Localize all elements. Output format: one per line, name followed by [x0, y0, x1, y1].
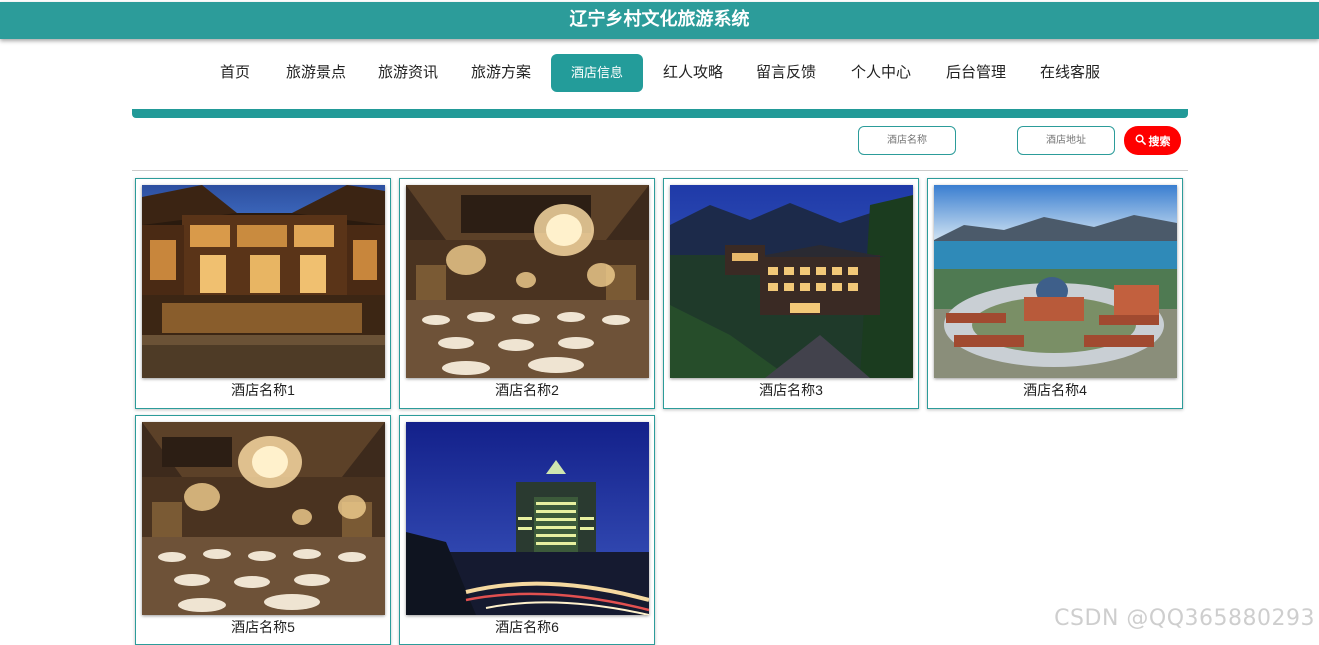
app-title: 辽宁乡村文化旅游系统 [569, 9, 750, 30]
hotel-name: 酒店名称6 [495, 619, 559, 635]
hotel-image-banquet-hall[interactable] [142, 422, 385, 615]
nav-item-profile[interactable]: 个人中心 [845, 54, 917, 92]
hotel-image-banquet-hall[interactable] [406, 185, 649, 378]
hotel-name: 酒店名称5 [231, 619, 295, 635]
hotel-name: 酒店名称3 [759, 382, 823, 398]
nav-item-attractions[interactable]: 旅游景点 [280, 54, 352, 92]
nav-item-guides[interactable]: 红人攻略 [657, 54, 729, 92]
hotel-card[interactable]: 酒店名称2 [399, 178, 655, 409]
hotel-image-seaside-complex[interactable] [934, 185, 1177, 378]
hotel-address-input[interactable] [1017, 126, 1115, 155]
hotel-image-city-tower-night[interactable] [406, 422, 649, 615]
hotel-image-courtyard-inn[interactable] [142, 185, 385, 378]
hotel-name-input[interactable] [858, 126, 956, 155]
hotel-name: 酒店名称1 [231, 382, 295, 398]
watermark-text: CSDN @QQ365880293 [1054, 606, 1315, 631]
hotel-name: 酒店名称2 [495, 382, 559, 398]
nav-item-news[interactable]: 旅游资讯 [372, 54, 444, 92]
section-divider [132, 109, 1188, 118]
nav-item-home[interactable]: 首页 [206, 54, 264, 92]
nav-item-support[interactable]: 在线客服 [1034, 54, 1106, 92]
app-header: 辽宁乡村文化旅游系统 [0, 2, 1319, 39]
search-button[interactable]: 搜索 [1124, 126, 1181, 155]
hotel-card[interactable]: 酒店名称3 [663, 178, 919, 409]
hotel-card[interactable]: 酒店名称1 [135, 178, 391, 409]
search-button-label: 搜索 [1148, 135, 1171, 148]
hotel-card[interactable]: 酒店名称6 [399, 415, 655, 645]
nav-item-plans[interactable]: 旅游方案 [465, 54, 537, 92]
nav-item-admin[interactable]: 后台管理 [940, 54, 1012, 92]
hotel-card[interactable]: 酒店名称4 [927, 178, 1183, 409]
search-icon [1135, 134, 1146, 148]
nav-item-feedback[interactable]: 留言反馈 [750, 54, 822, 92]
hotel-name: 酒店名称4 [1023, 382, 1087, 398]
nav-item-hotels[interactable]: 酒店信息 [551, 54, 643, 92]
main-nav: 首页 旅游景点 旅游资讯 旅游方案 酒店信息 红人攻略 留言反馈 个人中心 后台… [0, 54, 1319, 92]
hotel-image-mountain-resort[interactable] [670, 185, 913, 378]
hotel-card[interactable]: 酒店名称5 [135, 415, 391, 645]
search-divider [132, 170, 1188, 171]
